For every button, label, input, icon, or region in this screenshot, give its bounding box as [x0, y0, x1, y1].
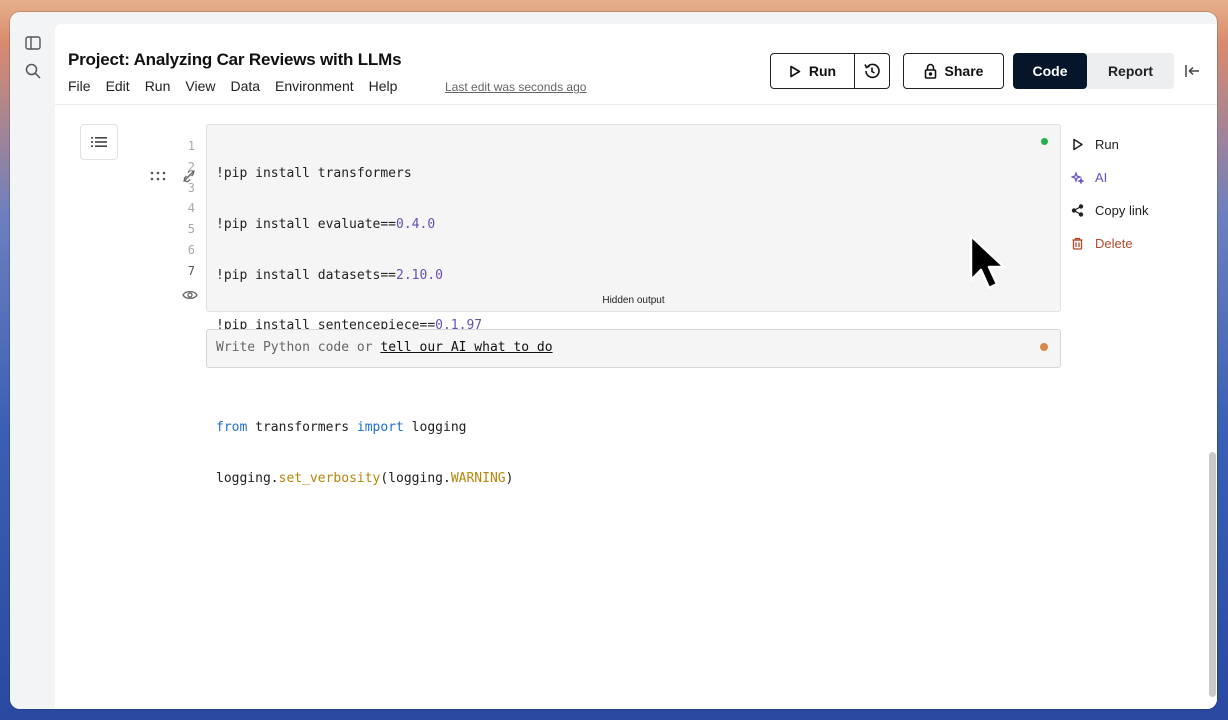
line-number: 1 [187, 139, 195, 153]
run-history-button[interactable] [855, 54, 889, 88]
code-text: !pip install transformers [216, 166, 412, 181]
cell-run-label: Run [1095, 137, 1119, 152]
code-keyword: from [216, 419, 248, 435]
code-text: logging. [216, 470, 279, 486]
menu-help[interactable]: Help [369, 78, 398, 94]
line-number: 4 [187, 201, 195, 216]
play-icon [790, 65, 801, 77]
scrollbar-thumb[interactable] [1209, 452, 1216, 697]
left-rail [10, 12, 55, 709]
cell-copy-link-label: Copy link [1095, 203, 1149, 218]
code-line: logging.set_verbosity(logging.WARNING) [216, 469, 513, 490]
run-button-label: Run [808, 63, 837, 79]
menu-bar: File Edit Run View Data Environment Help [68, 78, 412, 94]
prompt-text-wrapper: Write Python code or tell our AI what to… [216, 340, 553, 355]
sparkle-icon [1071, 171, 1084, 184]
hidden-output-label[interactable]: Hidden output [207, 295, 1060, 306]
code-keyword: import [356, 419, 404, 435]
new-cell-prompt[interactable]: Write Python code or tell our AI what to… [206, 329, 1061, 368]
menu-run[interactable]: Run [145, 78, 171, 94]
notebook-main: Project: Analyzing Car Reviews with LLMs… [55, 24, 1217, 709]
code-constant: WARNING [450, 470, 506, 486]
last-edit-link[interactable]: Last edit was seconds ago [445, 80, 586, 94]
code-text: transformers [247, 419, 357, 435]
tab-report[interactable]: Report [1087, 53, 1174, 89]
topbar: Project: Analyzing Car Reviews with LLMs… [55, 24, 1217, 105]
history-icon [864, 63, 880, 79]
code-text: logging [403, 419, 467, 435]
drag-handle-icon[interactable] [150, 171, 166, 181]
code-text: ) [505, 470, 514, 486]
search-icon[interactable] [24, 62, 42, 80]
menu-edit[interactable]: Edit [106, 78, 130, 94]
code-line: from transformers import logging [216, 418, 513, 439]
menu-environment[interactable]: Environment [275, 78, 354, 94]
line-number: 7 [187, 263, 195, 278]
share-icon [1071, 204, 1084, 217]
prompt-status-indicator [1040, 343, 1048, 351]
tab-code[interactable]: Code [1013, 53, 1087, 89]
cell-ai-action[interactable]: AI [1071, 161, 1148, 194]
page-title: Project: Analyzing Car Reviews with LLMs [68, 50, 402, 69]
line-number: 2 [187, 159, 195, 174]
line-number: 3 [187, 180, 195, 195]
code-line: !pip install datasets==2.10.0 [216, 266, 513, 287]
cell-run-action[interactable]: Run [1071, 128, 1148, 161]
ai-prompt-link[interactable]: tell our AI what to do [380, 340, 552, 355]
cell-delete-action[interactable]: Delete [1071, 227, 1148, 260]
play-icon [1073, 138, 1083, 151]
collapse-panel-icon[interactable] [1183, 62, 1201, 80]
code-function: set_verbosity [278, 470, 381, 486]
sidebar-toggle-icon[interactable] [24, 34, 42, 52]
cell-delete-label: Delete [1095, 236, 1133, 251]
cell-status-indicator [1041, 138, 1048, 145]
run-button-group: Run [770, 53, 890, 89]
trash-icon [1072, 237, 1083, 250]
cell-copy-link-action[interactable]: Copy link [1071, 194, 1148, 227]
line-number: 6 [187, 242, 195, 257]
line-number: 5 [187, 222, 195, 237]
view-mode-toggle: Code Report [1013, 53, 1174, 89]
share-button[interactable]: Share [903, 53, 1004, 89]
code-number: 0.4.0 [396, 216, 436, 232]
outline-button[interactable] [80, 124, 118, 160]
eye-icon[interactable] [182, 288, 198, 302]
menu-data[interactable]: Data [230, 78, 260, 94]
code-editor[interactable]: !pip install transformers !pip install e… [216, 134, 513, 520]
line-numbers: 1 2 3 4 5 6 7 [175, 136, 195, 282]
code-text: !pip install datasets== [216, 267, 397, 283]
list-icon [91, 137, 107, 147]
app-window: Project: Analyzing Car Reviews with LLMs… [10, 12, 1217, 709]
code-text: (logging. [380, 470, 451, 486]
cell-actions: Run AI Copy link Delete [1071, 128, 1148, 260]
menu-view[interactable]: View [185, 78, 215, 94]
code-line: !pip install evaluate==0.4.0 [216, 215, 513, 236]
lock-icon [924, 63, 936, 79]
cell-ai-label: AI [1095, 170, 1108, 185]
code-line: !pip install transformers [216, 164, 513, 185]
code-cell[interactable]: !pip install transformers !pip install e… [206, 124, 1061, 486]
share-button-label: Share [944, 63, 984, 79]
mouse-cursor-icon [969, 234, 1006, 290]
run-button[interactable]: Run [771, 54, 855, 88]
code-text: !pip install evaluate== [216, 216, 397, 232]
code-number: 2.10.0 [396, 267, 443, 283]
scrollbar[interactable] [1205, 107, 1217, 707]
prompt-placeholder: Write Python code or [216, 340, 381, 355]
menu-file[interactable]: File [68, 78, 91, 94]
